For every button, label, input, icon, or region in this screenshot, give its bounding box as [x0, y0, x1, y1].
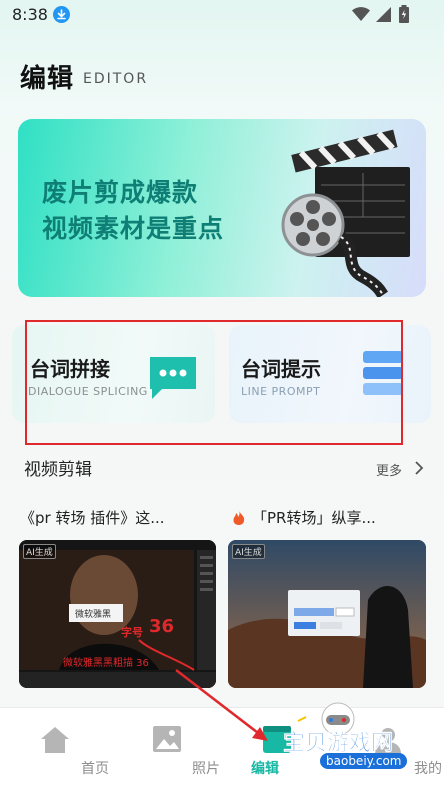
font-box-label: 微软雅黑 [75, 610, 112, 620]
battery-icon [399, 5, 409, 23]
nav-label-edit: 编辑 [251, 761, 279, 777]
fire-icon [233, 511, 245, 525]
more-link[interactable]: 更多 [376, 460, 402, 479]
annotation-highlight-box [25, 320, 403, 445]
signal-icon [376, 7, 391, 22]
font-size-label: 字号 [121, 626, 143, 639]
video-caption[interactable]: 《pr 转场 插件》这... [20, 509, 216, 527]
download-icon [53, 6, 70, 23]
font-size-number: 36 [149, 616, 175, 637]
video-thumbnail[interactable]: AI生成 [228, 540, 426, 688]
home-icon [41, 727, 69, 753]
ai-generated-tag: AI生成 [232, 544, 265, 559]
ai-generated-tag: AI生成 [23, 544, 56, 559]
subtitle-preview: 微软雅黑黑粗描 36 [63, 658, 149, 669]
photo-icon [153, 726, 181, 752]
status-bar: 8:38 [0, 0, 444, 32]
chevron-right-icon[interactable] [414, 461, 424, 475]
wifi-icon [352, 7, 370, 21]
banner-line-1: 废片剪成爆款 [42, 178, 199, 207]
watermark-url: baobeiy.com [320, 753, 408, 769]
video-caption[interactable]: 「PR转场」纵享... [252, 509, 428, 527]
banner-line-2: 视频素材是重点 [42, 214, 225, 243]
clapperboard-film-reel-icon [281, 129, 410, 297]
promo-banner[interactable]: 废片剪成爆款 视频素材是重点 [18, 119, 426, 297]
page-title: 编辑 [20, 64, 75, 94]
video-thumbnail[interactable]: AI生成 微软雅黑 字号 36 微软雅黑黑粗描 36 [19, 540, 216, 688]
page-subtitle: EDITOR [83, 71, 149, 87]
nav-label-home: 首页 [81, 761, 109, 777]
status-time: 8:38 [12, 5, 48, 24]
editor-screenshot [228, 540, 426, 688]
section-title: 视频剪辑 [24, 460, 92, 480]
